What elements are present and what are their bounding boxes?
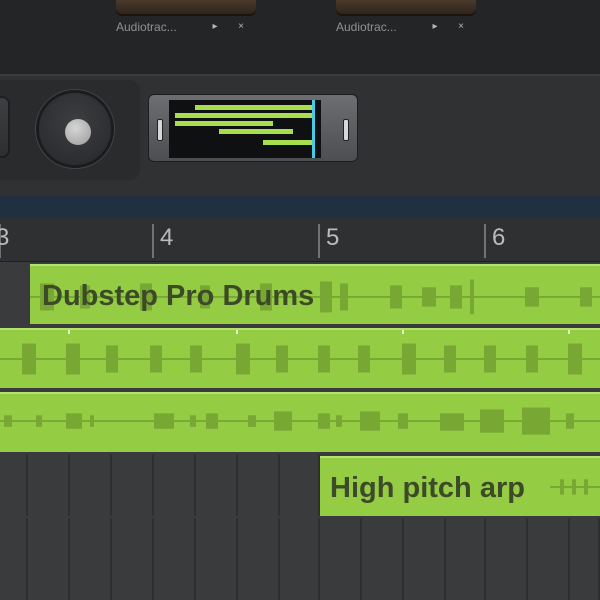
audio-clip[interactable] — [0, 392, 600, 452]
track-lane[interactable]: High pitch arp — [0, 454, 600, 516]
bar-number: 4 — [160, 224, 174, 251]
previous-button[interactable] — [0, 96, 10, 158]
channel-name: Audiotrac... — [116, 20, 177, 34]
bar-number: 6 — [492, 224, 506, 251]
grid-cell — [28, 518, 70, 600]
grid-cell — [154, 454, 196, 516]
mixer-channel[interactable]: Audiotrac... ▸ × — [116, 0, 256, 44]
bar-tick — [484, 224, 486, 258]
audio-clip[interactable] — [0, 328, 600, 388]
channel-fader[interactable] — [116, 0, 256, 16]
overview-clip — [195, 105, 313, 110]
grid-cell — [112, 518, 154, 600]
overview-clip — [219, 129, 293, 134]
record-button[interactable] — [36, 90, 114, 168]
grid-cell — [280, 454, 320, 516]
grid-cell — [528, 518, 570, 600]
audio-clip[interactable]: Dubstep Pro Drums — [30, 264, 600, 324]
grid-cell — [196, 454, 238, 516]
arrangement-overview[interactable] — [148, 94, 358, 162]
grid-cell — [446, 518, 486, 600]
overview-clip — [263, 140, 313, 145]
channel-fader[interactable] — [336, 0, 476, 16]
grid-cell — [154, 518, 196, 600]
channel-name: Audiotrac... — [336, 20, 397, 34]
grid-cell — [362, 518, 404, 600]
grid-cell — [112, 454, 154, 516]
grid-cell — [280, 518, 320, 600]
grid-cell — [28, 454, 70, 516]
grid-cell — [70, 454, 112, 516]
mixer-channel[interactable]: Audiotrac... ▸ × — [336, 0, 476, 44]
clip-name: Dubstep Pro Drums — [42, 280, 315, 312]
timeline-ruler[interactable]: 3 4 5 6 — [0, 218, 600, 262]
track-area: Dubstep Pro Drums High pitch arp — [0, 262, 600, 600]
track-lane[interactable] — [0, 326, 600, 388]
waveform — [0, 407, 600, 435]
track-lane[interactable] — [0, 518, 600, 600]
grid-cell — [320, 518, 362, 600]
pin-icon[interactable]: ▸ — [430, 22, 440, 32]
grid-cell — [238, 518, 280, 600]
bar-number: 5 — [326, 224, 340, 251]
waveform — [0, 343, 600, 375]
grid-cell — [0, 518, 28, 600]
grid-cell — [196, 518, 238, 600]
track-lane[interactable] — [0, 390, 600, 452]
audio-clip[interactable]: High pitch arp — [320, 456, 600, 516]
transport-bar — [0, 74, 600, 196]
grid-cell — [570, 518, 600, 600]
grid-cell — [486, 518, 528, 600]
bar-number: 3 — [0, 224, 10, 251]
grid-cell — [238, 454, 280, 516]
grid-cell — [70, 518, 112, 600]
horizontal-scrollbar[interactable] — [0, 196, 600, 218]
overview-playhead — [312, 100, 315, 158]
record-icon — [65, 119, 91, 145]
daw-window: Audiotrac... ▸ × Audiotrac... ▸ × 3 4 5 … — [0, 0, 600, 600]
grid-cell — [404, 518, 446, 600]
overview-right-handle[interactable] — [343, 119, 349, 141]
overview-clip — [175, 121, 273, 126]
bar-tick — [318, 224, 320, 258]
overview-left-handle[interactable] — [157, 119, 163, 141]
track-lane[interactable]: Dubstep Pro Drums — [0, 262, 600, 324]
grid-cell — [0, 454, 28, 516]
close-icon[interactable]: × — [456, 22, 466, 32]
close-icon[interactable]: × — [236, 22, 246, 32]
overview-screen — [169, 100, 321, 158]
bar-tick — [152, 224, 154, 258]
mixer-strip: Audiotrac... ▸ × Audiotrac... ▸ × — [0, 0, 600, 74]
pin-icon[interactable]: ▸ — [210, 22, 220, 32]
clip-name: High pitch arp — [330, 472, 525, 504]
overview-clip — [175, 113, 313, 118]
